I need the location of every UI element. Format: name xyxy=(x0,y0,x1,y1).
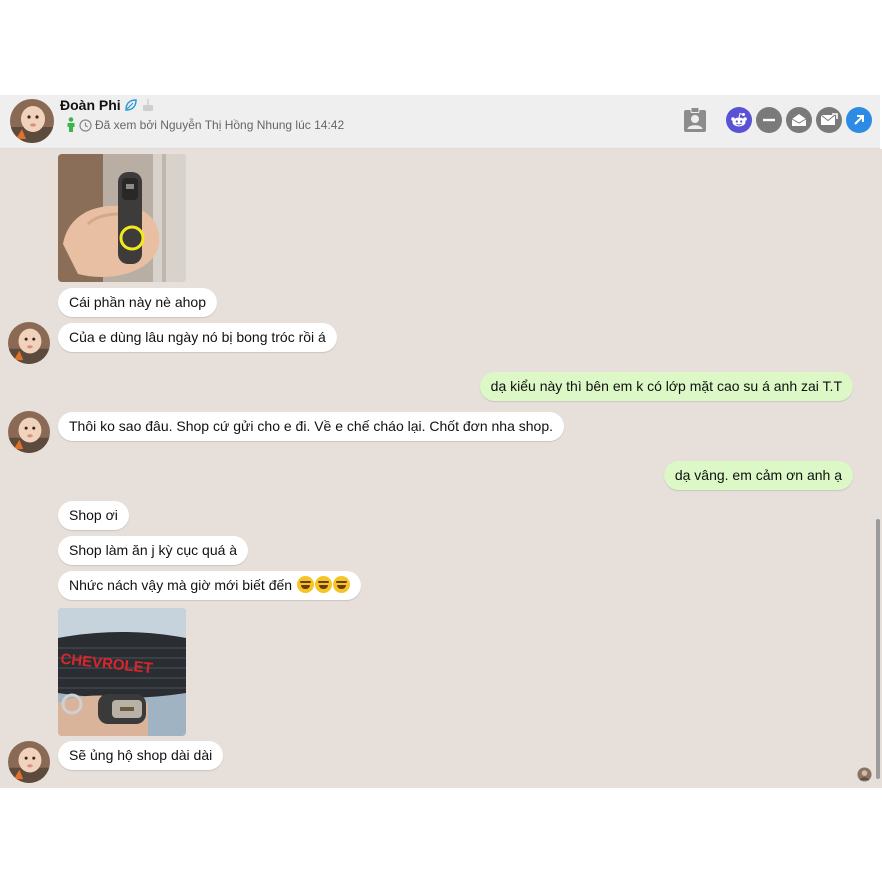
message-bubble[interactable]: Shop làm ăn j kỳ cục quá à xyxy=(58,536,249,565)
rofl-emoji-icon xyxy=(332,576,350,593)
contact-card-button[interactable] xyxy=(682,107,708,133)
chat-header: Đoàn Phi Đã xem bởi Nguyễn Thị Hồng Nhun… xyxy=(0,95,880,149)
message-bubble[interactable]: Shop ơi xyxy=(58,501,129,530)
clock-icon xyxy=(79,118,92,132)
mail-open-icon xyxy=(791,114,807,126)
open-external-icon xyxy=(854,115,864,125)
message-bubble[interactable]: Nhức nách vậy mà giờ mới biết đến xyxy=(58,571,361,600)
open-external-button[interactable] xyxy=(846,107,872,133)
header-actions xyxy=(682,107,872,133)
seen-by-avatar xyxy=(857,767,872,782)
online-person-icon xyxy=(67,117,75,132)
chat-scrollbar[interactable] xyxy=(874,149,882,788)
forward-mail-button[interactable] xyxy=(816,107,842,133)
rofl-emoji-icon xyxy=(314,576,332,593)
message-bubble-outgoing[interactable]: dạ kiểu này thì bên em k có lớp mặt cao … xyxy=(479,372,853,401)
mark-read-button[interactable] xyxy=(786,107,812,133)
message-list[interactable]: Cái phần này nè ahop Của e dùng lâu ngày… xyxy=(0,149,880,788)
message-bubble[interactable]: Cái phần này nè ahop xyxy=(58,288,217,317)
seen-status: Đã xem bởi Nguyễn Thị Hồng Nhung lúc 14:… xyxy=(95,118,345,132)
reddit-button[interactable] xyxy=(726,107,752,133)
scrollbar-thumb[interactable] xyxy=(876,519,880,779)
rofl-emoji-icon xyxy=(296,576,314,593)
cake-icon xyxy=(142,99,153,111)
sender-avatar[interactable] xyxy=(8,411,50,453)
contact-avatar[interactable] xyxy=(10,99,54,143)
contact-name[interactable]: Đoàn Phi xyxy=(60,97,121,113)
message-bubble-outgoing[interactable]: dạ vâng. em cảm ơn anh ạ xyxy=(663,461,853,490)
sender-avatar[interactable] xyxy=(8,741,50,783)
message-bubble[interactable]: Của e dùng lâu ngày nó bị bong tróc rồi … xyxy=(58,323,337,352)
message-image[interactable]: CHEVROLET xyxy=(58,608,186,736)
minimize-button[interactable] xyxy=(756,107,782,133)
reddit-icon xyxy=(731,112,747,127)
message-bubble[interactable]: Sẽ ủng hộ shop dài dài xyxy=(58,741,224,770)
mail-forward-icon xyxy=(820,113,838,125)
message-image[interactable] xyxy=(58,154,186,282)
message-bubble[interactable]: Thôi ko sao đâu. Shop cứ gửi cho e đi. V… xyxy=(58,412,565,441)
sender-avatar[interactable] xyxy=(8,322,50,364)
verified-leaf-icon xyxy=(124,99,137,111)
contact-card-icon xyxy=(684,107,706,132)
message-text: Nhức nách vậy mà giờ mới biết đến xyxy=(69,577,293,593)
minimize-icon xyxy=(763,118,775,122)
